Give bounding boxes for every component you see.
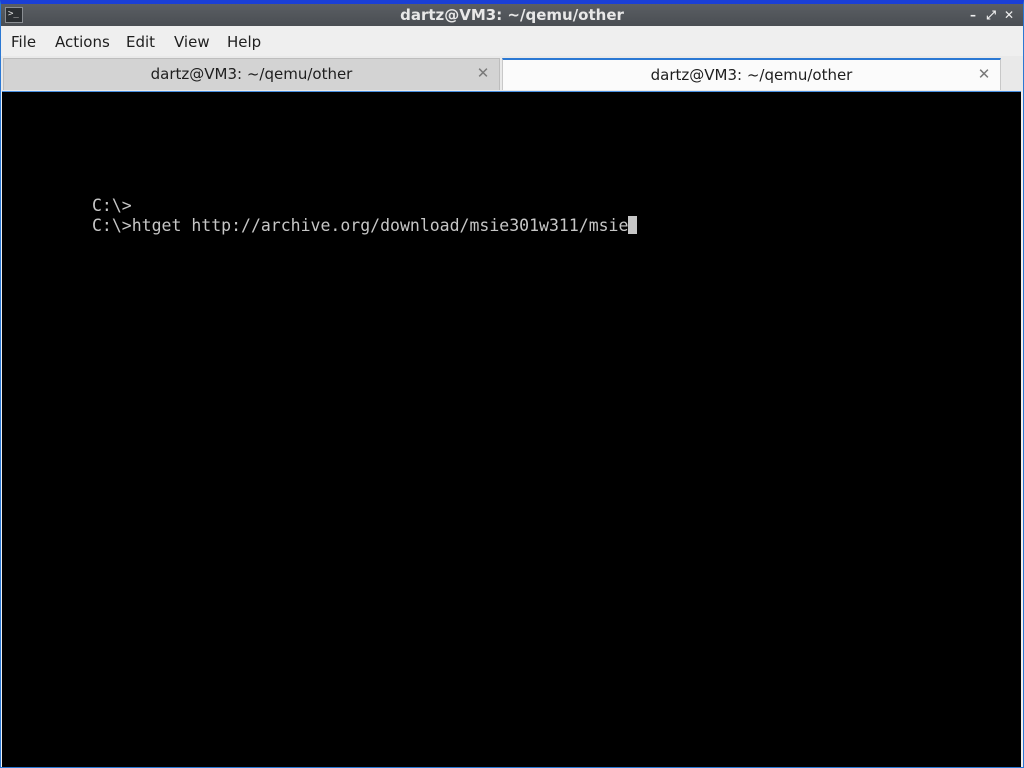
title-bar[interactable]: >_ dartz@VM3: ~/qemu/other – ⤢ ✕ — [1, 4, 1023, 26]
close-button[interactable]: ✕ — [1001, 7, 1017, 23]
menu-edit[interactable]: Edit — [126, 33, 155, 51]
tab-label: dartz@VM3: ~/qemu/other — [150, 65, 353, 83]
menu-help[interactable]: Help — [227, 33, 261, 51]
tab-terminal-1[interactable]: dartz@VM3: ~/qemu/other ✕ — [3, 58, 500, 90]
text-cursor — [628, 216, 638, 234]
restore-button[interactable]: ⤢ — [983, 7, 999, 23]
menu-actions[interactable]: Actions — [55, 33, 110, 51]
terminal-line: C:\> — [92, 196, 132, 215]
window-title: dartz@VM3: ~/qemu/other — [400, 6, 624, 24]
terminal-window: >_ dartz@VM3: ~/qemu/other – ⤢ ✕ File Ac… — [0, 0, 1024, 768]
terminal-command-line[interactable]: C:\>htget http://archive.org/download/ms… — [92, 216, 638, 236]
tab-label: dartz@VM3: ~/qemu/other — [650, 66, 853, 84]
tab-bar: dartz@VM3: ~/qemu/other ✕ dartz@VM3: ~/q… — [1, 56, 1023, 92]
menu-view[interactable]: View — [174, 33, 210, 51]
terminal-output[interactable]: C:\> C:\>htget http://archive.org/downlo… — [2, 91, 1021, 767]
terminal-command-text: C:\>htget http://archive.org/download/ms… — [92, 216, 629, 235]
close-tab-icon[interactable]: ✕ — [475, 64, 491, 82]
menu-file[interactable]: File — [11, 33, 36, 51]
menu-bar: File Actions Edit View Help — [1, 26, 1023, 56]
minimize-button[interactable]: – — [965, 7, 981, 23]
close-tab-icon[interactable]: ✕ — [976, 65, 992, 83]
tab-terminal-2[interactable]: dartz@VM3: ~/qemu/other ✕ — [502, 58, 1001, 90]
